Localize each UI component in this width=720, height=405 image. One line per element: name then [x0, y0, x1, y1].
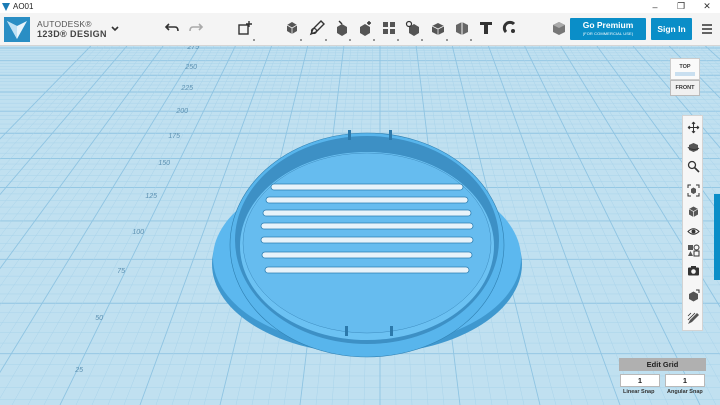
measure-icon	[456, 22, 468, 35]
minimize-icon[interactable]: –	[642, 0, 668, 13]
menu-icon[interactable]	[700, 22, 714, 36]
vent-slot	[270, 183, 464, 191]
snap-button[interactable]	[500, 18, 520, 38]
vent-slot	[260, 222, 474, 230]
vent-slot	[265, 196, 469, 204]
ruler-label: 175	[168, 133, 180, 140]
ruler-label: 75	[117, 268, 125, 275]
zoom-icon	[687, 160, 700, 173]
construct-button[interactable]	[331, 18, 351, 41]
modify-button[interactable]	[355, 18, 375, 41]
cube-icon	[688, 206, 698, 217]
redo-button[interactable]	[186, 18, 206, 38]
close-icon[interactable]: ✕	[694, 0, 720, 13]
app-icon	[2, 2, 10, 11]
sketch-view-button[interactable]	[685, 310, 701, 326]
edit-grid-button[interactable]: Edit Grid	[619, 358, 706, 371]
materials-icon	[687, 244, 699, 256]
brand-line-1: AUTODESK®	[37, 19, 92, 29]
view-cube-top-label: TOP	[679, 64, 691, 70]
pattern-button[interactable]	[379, 18, 399, 41]
modify-icon	[360, 21, 371, 36]
chevron-down-icon[interactable]	[110, 24, 120, 34]
ruler-label: 150	[158, 160, 170, 167]
sign-in-button[interactable]: Sign In	[651, 18, 692, 40]
angular-snap-label: Angular Snap	[667, 389, 703, 395]
vent-slot	[262, 209, 472, 217]
brand-name: AUTODESK® 123D® DESIGN	[37, 19, 107, 39]
angular-snap-input[interactable]: 1	[665, 374, 705, 387]
ruler-label: 200	[175, 108, 188, 115]
orbit-button[interactable]	[685, 139, 701, 155]
ruler-labels: 275 250 225 200 175 150 125 100 75 50 25	[74, 46, 199, 374]
measure-button[interactable]	[452, 18, 472, 41]
linear-snap-input[interactable]: 1	[620, 374, 660, 387]
premium-sublabel: (FOR COMMERCIAL USE)	[582, 31, 634, 36]
camera-icon	[687, 265, 699, 275]
3d-viewport[interactable]: 275 250 225 200 175 150 125 100 75 50 25	[0, 46, 720, 405]
primitives-button[interactable]	[282, 18, 302, 41]
view-cube[interactable]: TOP FRONT	[670, 58, 700, 96]
ruler-label: 125	[145, 193, 157, 200]
linear-snap-label: Linear Snap	[623, 389, 655, 395]
view-cube-top[interactable]: TOP	[670, 58, 700, 80]
material-view-button[interactable]	[685, 242, 701, 258]
ruler-label: 25	[74, 367, 83, 374]
text-button[interactable]	[476, 18, 496, 38]
brand-line-2: 123D® DESIGN	[37, 29, 107, 39]
fit-icon	[687, 184, 699, 196]
material-button[interactable]	[549, 18, 569, 38]
construct-icon	[337, 20, 347, 36]
zoom-button[interactable]	[685, 158, 701, 174]
scene-canvas[interactable]: 275 250 225 200 175 150 125 100 75 50 25	[0, 46, 720, 405]
eye-icon	[686, 227, 700, 235]
redo-icon	[189, 23, 204, 32]
material-icon	[553, 22, 565, 35]
view-mode-button[interactable]	[685, 203, 701, 219]
ruler-label: 250	[184, 64, 197, 71]
transform-icon	[238, 21, 252, 35]
text-icon	[480, 22, 492, 34]
primitives-icon	[286, 22, 298, 34]
navigation-bar	[682, 115, 703, 331]
premium-label: Go Premium	[582, 20, 634, 30]
ruler-label: 225	[180, 85, 193, 92]
visibility-button[interactable]	[685, 223, 701, 239]
sketch-button[interactable]	[307, 18, 327, 41]
side-panel-handle[interactable]	[714, 194, 720, 280]
pan-button[interactable]	[685, 119, 701, 135]
orbit-icon	[687, 142, 699, 152]
maximize-icon[interactable]: ❐	[668, 0, 694, 13]
window-title: AO01	[13, 2, 34, 11]
vent-slot	[261, 251, 473, 259]
grouping-button[interactable]	[403, 18, 423, 41]
solid-view-button[interactable]	[685, 287, 701, 303]
transform-button[interactable]	[235, 18, 255, 41]
brush-icon	[687, 312, 699, 324]
ruler-label: 50	[95, 315, 103, 322]
undo-icon	[164, 23, 179, 32]
combine-button[interactable]	[428, 18, 448, 41]
undo-button[interactable]	[162, 18, 182, 38]
vent-slot	[260, 236, 474, 244]
sketch-icon	[309, 20, 325, 36]
magnet-icon	[502, 20, 516, 34]
fit-button[interactable]	[685, 182, 701, 198]
main-toolbar: AUTODESK® 123D® DESIGN Go Premium (FOR C…	[0, 13, 720, 46]
logo-icon[interactable]	[4, 17, 30, 42]
grouping-icon	[405, 20, 419, 36]
pan-icon	[687, 121, 699, 133]
view-cube-front[interactable]: FRONT	[670, 80, 700, 96]
solid-icon	[688, 289, 699, 301]
vent-slot	[264, 266, 470, 274]
go-premium-button[interactable]: Go Premium (FOR COMMERCIAL USE)	[570, 18, 646, 40]
snapshot-button[interactable]	[685, 262, 701, 278]
pattern-icon	[383, 22, 395, 34]
title-bar: AO01 – ❐ ✕	[0, 0, 720, 13]
combine-icon	[431, 23, 445, 35]
ruler-label: 275	[186, 46, 199, 51]
ruler-label: 100	[132, 229, 144, 236]
